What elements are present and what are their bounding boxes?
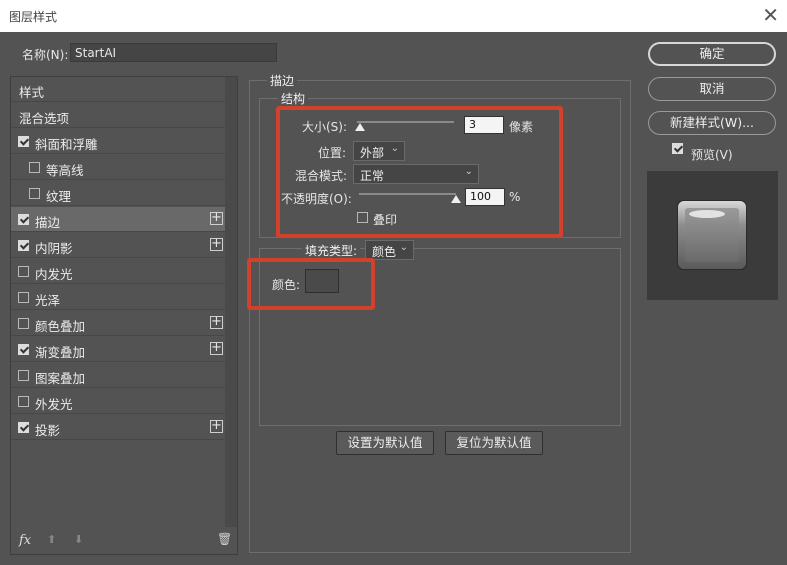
preview-bevel-icon (677, 200, 747, 270)
chevron-down-icon: ⌄ (399, 242, 408, 253)
style-item[interactable]: 内发光 (11, 259, 225, 284)
style-checkbox[interactable] (18, 370, 29, 381)
styles-scrollbar[interactable] (225, 77, 237, 527)
style-checkbox[interactable] (29, 162, 40, 173)
style-checkbox[interactable] (18, 318, 29, 329)
style-checkbox[interactable] (18, 266, 29, 277)
style-checkbox[interactable] (18, 136, 29, 147)
preview-label: 预览(V) (691, 148, 733, 162)
style-checkbox[interactable] (18, 422, 29, 433)
style-item[interactable]: 颜色叠加 + (11, 311, 225, 336)
plus-icon[interactable]: + (210, 315, 223, 329)
style-item[interactable]: 外发光 (11, 389, 225, 414)
style-checkbox[interactable] (18, 240, 29, 251)
style-checkbox[interactable] (18, 396, 29, 407)
styles-panel: 样式 混合选项斜面和浮雕等高线纹理描边 + 内阴影 + 内发光光泽颜色叠加 + 渐变叠加 + 图… (10, 76, 238, 555)
style-item-label: 等高线 (46, 163, 84, 178)
window-title: 图层样式 (9, 10, 58, 24)
style-item[interactable]: 描边 + (11, 207, 225, 232)
highlight-box-structure (276, 106, 563, 238)
new-style-button[interactable]: 新建样式(W)... (648, 111, 776, 135)
styles-header[interactable]: 样式 (11, 77, 225, 102)
style-item[interactable]: 内阴影 + (11, 233, 225, 258)
style-item-label: 混合选项 (19, 111, 70, 126)
fill-type-label: 填充类型: (302, 242, 361, 259)
highlight-box-color (247, 258, 375, 310)
structure-title: 结构 (278, 90, 309, 107)
reset-default-button[interactable]: 复位为默认值 (445, 431, 543, 455)
style-item-label: 光泽 (35, 293, 61, 308)
style-item[interactable]: 混合选项 (11, 103, 225, 128)
set-default-button[interactable]: 设置为默认值 (336, 431, 434, 455)
name-label: 名称(N): (22, 48, 69, 62)
close-icon[interactable]: ✕ (762, 3, 779, 27)
style-item[interactable]: 图案叠加 (11, 363, 225, 388)
style-item[interactable]: 纹理 (11, 181, 225, 206)
fill-type-value: 颜色 (372, 245, 397, 259)
fx-button[interactable]: fx (19, 533, 31, 548)
style-item[interactable]: 渐变叠加 + (11, 337, 225, 362)
style-item[interactable]: 等高线 (11, 155, 225, 180)
arrow-up-icon[interactable]: ⬆ (47, 533, 56, 546)
stroke-section-title: 描边 (267, 72, 298, 89)
cancel-button[interactable]: 取消 (648, 77, 776, 101)
style-preview (647, 171, 778, 300)
style-item-label: 斜面和浮雕 (35, 137, 98, 152)
title-bar: 图层样式 ✕ (0, 0, 787, 32)
style-item-label: 纹理 (46, 189, 72, 204)
styles-header-label: 样式 (19, 85, 45, 100)
style-checkbox[interactable] (18, 214, 29, 225)
style-item-label: 渐变叠加 (35, 345, 86, 360)
trash-icon[interactable]: 🗑 (217, 532, 232, 546)
style-item[interactable]: 光泽 (11, 285, 225, 310)
style-item-label: 内发光 (35, 267, 73, 282)
plus-icon[interactable]: + (210, 419, 223, 433)
plus-icon[interactable]: + (210, 237, 223, 251)
style-item[interactable]: 斜面和浮雕 (11, 129, 225, 154)
style-item-label: 图案叠加 (35, 371, 86, 386)
ok-button[interactable]: 确定 (648, 42, 776, 66)
style-item-label: 投影 (35, 423, 61, 438)
style-item[interactable]: 投影 + (11, 415, 225, 440)
plus-icon[interactable]: + (210, 211, 223, 225)
arrow-down-icon[interactable]: ⬇ (74, 533, 83, 546)
style-item-label: 外发光 (35, 397, 73, 412)
style-item-label: 描边 (35, 215, 61, 230)
plus-icon[interactable]: + (210, 341, 223, 355)
preview-checkbox[interactable] (672, 143, 683, 154)
style-item-label: 内阴影 (35, 241, 73, 256)
name-input[interactable] (70, 43, 277, 62)
style-checkbox[interactable] (18, 344, 29, 355)
style-item-label: 颜色叠加 (35, 319, 86, 334)
fill-type-dropdown[interactable]: 颜色 ⌄ (365, 240, 414, 260)
style-checkbox[interactable] (29, 188, 40, 199)
style-checkbox[interactable] (18, 292, 29, 303)
